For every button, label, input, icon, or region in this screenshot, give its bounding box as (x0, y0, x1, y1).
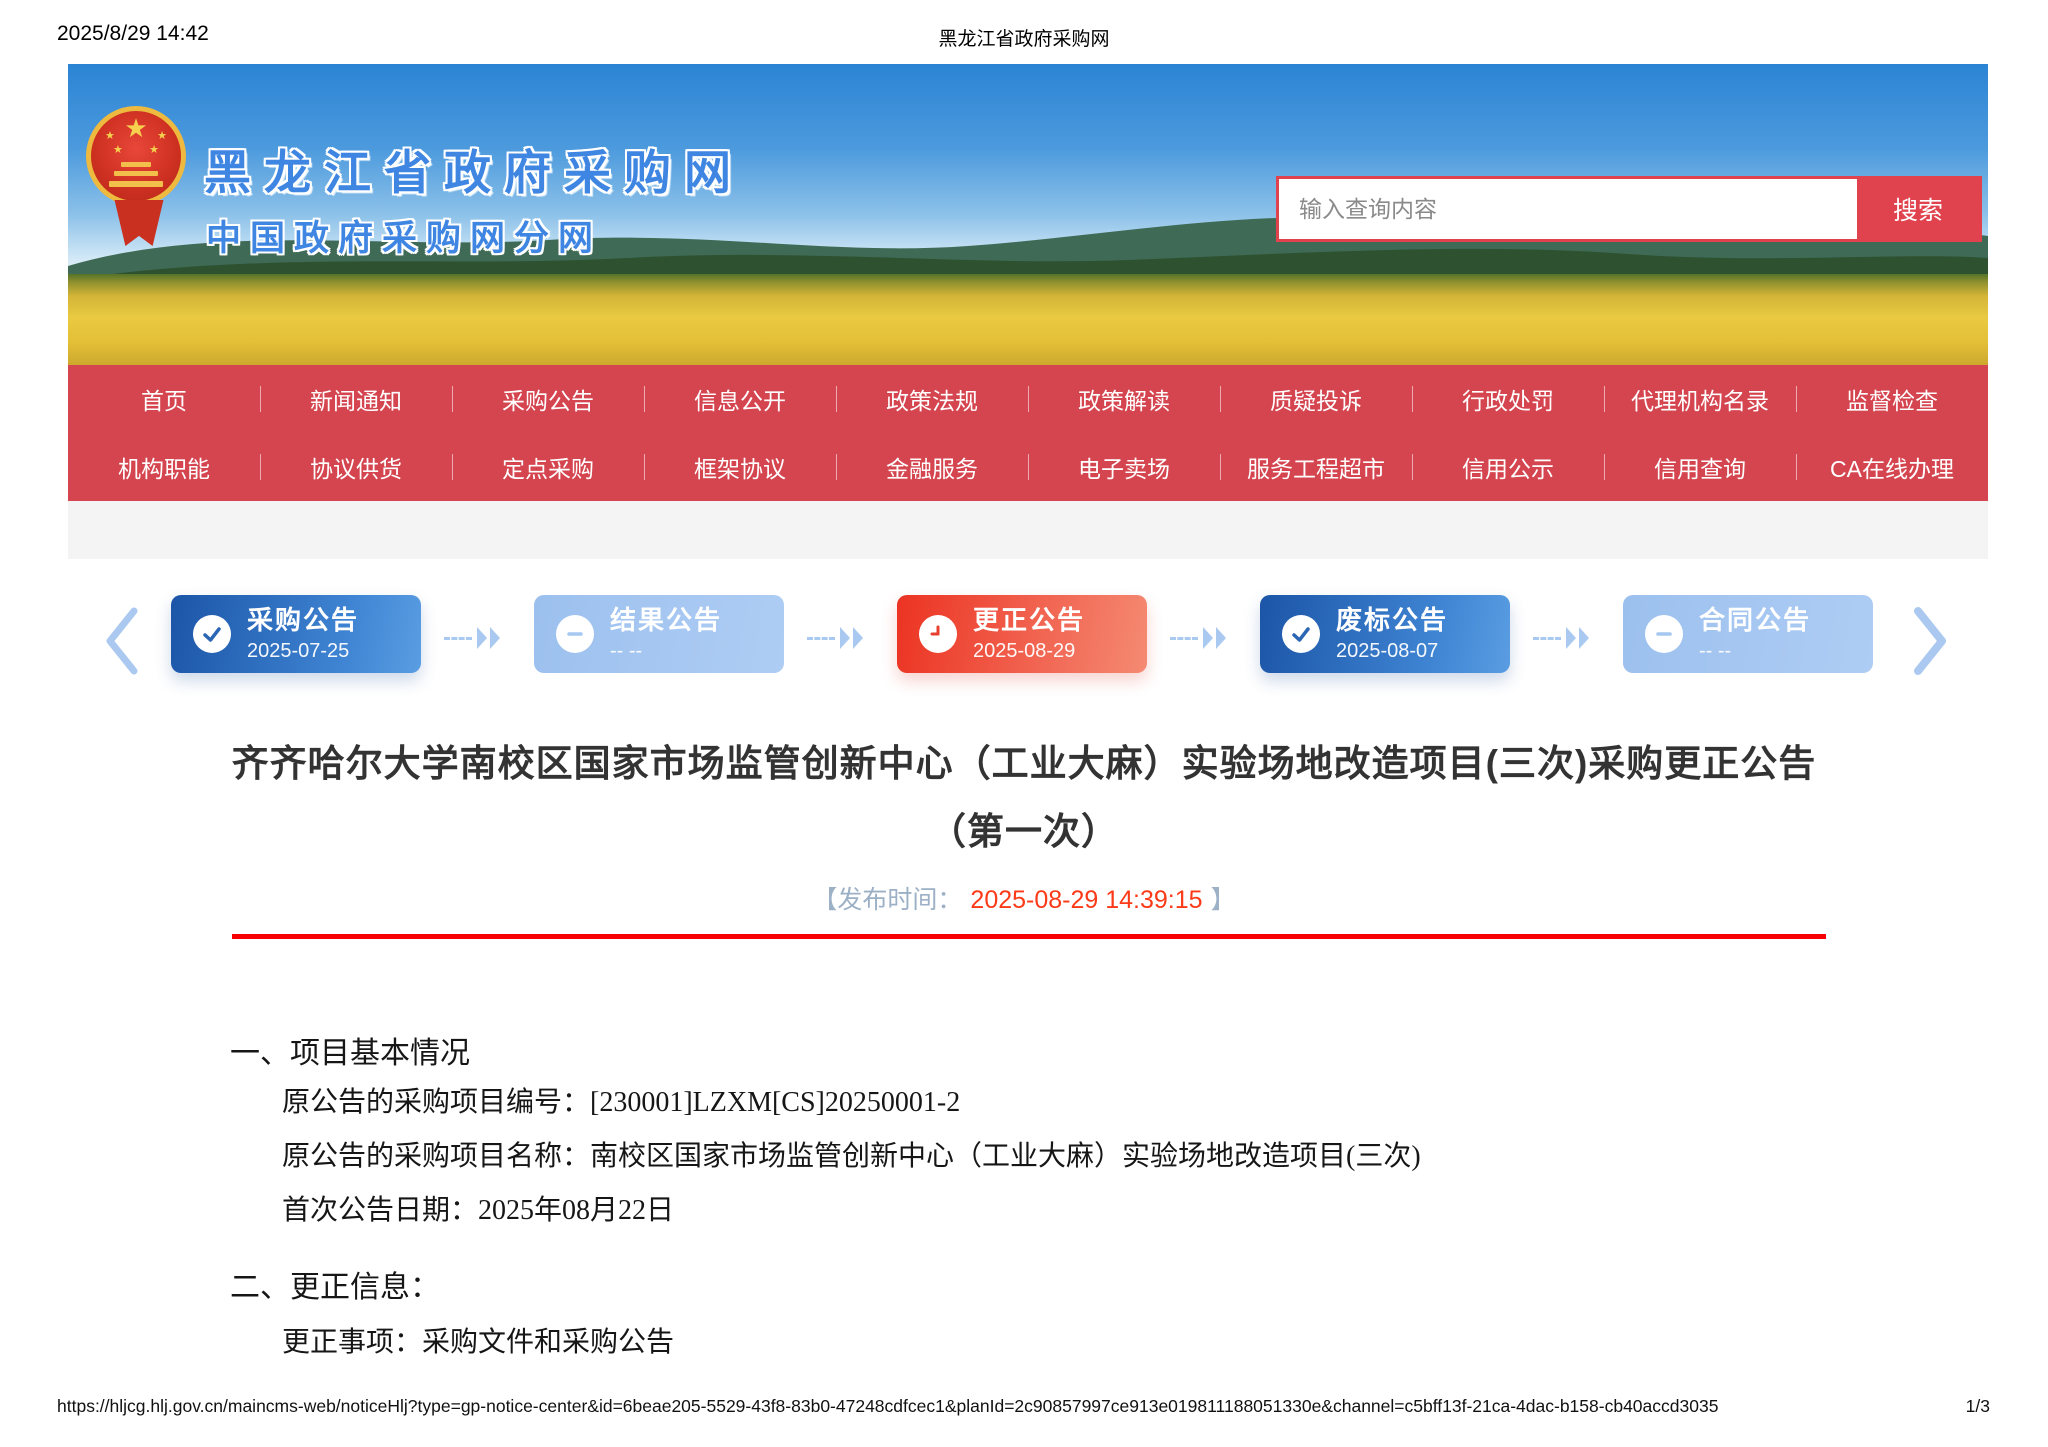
red-divider (232, 934, 1826, 939)
timeline-card-date: 2025-08-07 (1336, 639, 1439, 662)
section-heading-project-basic-info: 一、项目基本情况 (230, 1037, 470, 1070)
first-notice-date-line: 首次公告日期：2025年08月22日 (282, 1195, 675, 1226)
timeline-card-label: 更正公告 (973, 605, 1086, 636)
check-icon (1282, 615, 1320, 653)
page: 2025/8/29 14:42 黑龙江省政府采购网 黑龙江省政府采购网 (0, 0, 2048, 1447)
nav-item-e-marketplace[interactable]: 电子卖场 (1028, 433, 1220, 501)
correction-item-line: 更正事项：采购文件和采购公告 (282, 1327, 675, 1358)
nav-item-org-functions[interactable]: 机构职能 (68, 433, 260, 501)
nav-item-info-disclosure[interactable]: 信息公开 (644, 365, 836, 433)
timeline-card-date: 2025-07-25 (247, 639, 350, 662)
minus-icon (1645, 615, 1683, 653)
nav-item-supervision[interactable]: 监督检查 (1796, 365, 1988, 433)
nav-item-designated-procurement[interactable]: 定点采购 (452, 433, 644, 501)
timeline-connector (1533, 627, 1605, 649)
timeline-card-correction-notice[interactable]: 更正公告 2025-08-29 (897, 595, 1147, 673)
timeline-connector (1170, 627, 1242, 649)
timeline-card-label: 废标公告 (1336, 605, 1449, 636)
emblem-ribbon (114, 200, 164, 246)
search-group: 搜索 (1276, 176, 1982, 242)
publish-time-row: 【发布时间： 2025-08-29 14:39:15】 (0, 880, 2048, 916)
project-number-line: 原公告的采购项目编号：[230001]LZXM[CS]20250001-2 (282, 1087, 961, 1118)
timeline-card-result-notice[interactable]: 结果公告 -- -- (534, 595, 784, 673)
nav-item-home[interactable]: 首页 (68, 365, 260, 433)
timeline-connector (444, 627, 516, 649)
nav-item-credit-inquiry[interactable]: 信用查询 (1604, 433, 1796, 501)
publish-label-close: 】 (1210, 886, 1236, 914)
nav-item-agreement-supply[interactable]: 协议供货 (260, 433, 452, 501)
nav-item-administrative-penalty[interactable]: 行政处罚 (1412, 365, 1604, 433)
timeline-card-date: 2025-08-29 (973, 639, 1076, 662)
timeline-card-contract-notice[interactable]: 合同公告 -- -- (1623, 595, 1873, 673)
timeline-card-date: -- -- (610, 639, 643, 662)
print-footer-url: https://hljcg.hlj.gov.cn/maincms-web/not… (57, 1396, 1719, 1416)
nav-item-policy-regulations[interactable]: 政策法规 (836, 365, 1028, 433)
timeline-connector (807, 627, 879, 649)
nav-item-policy-interpretation[interactable]: 政策解读 (1028, 365, 1220, 433)
search-button[interactable]: 搜索 (1857, 179, 1979, 239)
timeline-next-button[interactable] (1908, 603, 1952, 679)
nav-row-1: 首页 新闻通知 采购公告 信息公开 政策法规 政策解读 质疑投诉 行政处罚 代理… (68, 365, 1988, 433)
nav-item-ca-online[interactable]: CA在线办理 (1796, 433, 1988, 501)
banner: 黑龙江省政府采购网 中国政府采购网分网 搜索 (68, 64, 1988, 365)
publish-time: 2025-08-29 14:39:15 (970, 886, 1203, 914)
timeline-card-procurement-notice[interactable]: 采购公告 2025-07-25 (171, 595, 421, 673)
timeline-card-abandoned-bid-notice[interactable]: 废标公告 2025-08-07 (1260, 595, 1510, 673)
star-icon (124, 115, 147, 141)
gate-icon (109, 181, 163, 187)
main-navigation: 首页 新闻通知 采购公告 信息公开 政策法规 政策解读 质疑投诉 行政处罚 代理… (68, 365, 1988, 501)
timeline-card-date: -- -- (1699, 639, 1732, 662)
nav-item-credit-publicity[interactable]: 信用公示 (1412, 433, 1604, 501)
print-page-title: 黑龙江省政府采购网 (938, 29, 1110, 50)
national-emblem-icon (86, 106, 192, 282)
print-page-indicator: 1/3 (1965, 1396, 1990, 1416)
star-icon (113, 145, 123, 156)
gate-icon (121, 162, 151, 167)
nav-item-service-engineering-supermarket[interactable]: 服务工程超市 (1220, 433, 1412, 501)
search-input[interactable] (1279, 179, 1857, 239)
nav-item-procurement-notice[interactable]: 采购公告 (452, 365, 644, 433)
project-name-line: 原公告的采购项目名称：南校区国家市场监管创新中心（工业大麻）实验场地改造项目(三… (282, 1141, 1421, 1172)
timeline-card-label: 采购公告 (247, 605, 360, 636)
section-heading-correction-info: 二、更正信息： (230, 1271, 440, 1304)
nav-item-complaints[interactable]: 质疑投诉 (1220, 365, 1412, 433)
timeline-prev-button[interactable] (100, 603, 144, 679)
publish-label: 【发布时间： (812, 886, 963, 914)
nav-item-financial-services[interactable]: 金融服务 (836, 433, 1028, 501)
site-subtitle: 中国政府采购网分网 (206, 219, 603, 258)
timeline-card-label: 结果公告 (610, 605, 723, 636)
emblem-disc (86, 106, 186, 206)
clock-icon (919, 615, 957, 653)
star-icon (105, 131, 115, 142)
nav-item-agency-directory[interactable]: 代理机构名录 (1604, 365, 1796, 433)
banner-field-image (68, 274, 1988, 365)
nav-item-news[interactable]: 新闻通知 (260, 365, 452, 433)
site-title: 黑龙江省政府采购网 (204, 146, 744, 199)
star-icon (149, 145, 159, 156)
grey-strip (68, 501, 1988, 559)
timeline-card-label: 合同公告 (1699, 605, 1812, 636)
notice-timeline: 采购公告 2025-07-25 结果公告 -- -- 更正公告 2025-08-… (0, 575, 2048, 710)
gate-icon (114, 171, 158, 176)
nav-item-framework-agreement[interactable]: 框架协议 (644, 433, 836, 501)
nav-row-2: 机构职能 协议供货 定点采购 框架协议 金融服务 电子卖场 服务工程超市 信用公… (68, 433, 1988, 501)
minus-icon (556, 615, 594, 653)
check-icon (193, 615, 231, 653)
star-icon (157, 131, 167, 142)
notice-title: 齐齐哈尔大学南校区国家市场监管创新中心（工业大麻）实验场地改造项目(三次)采购更… (231, 743, 1817, 852)
